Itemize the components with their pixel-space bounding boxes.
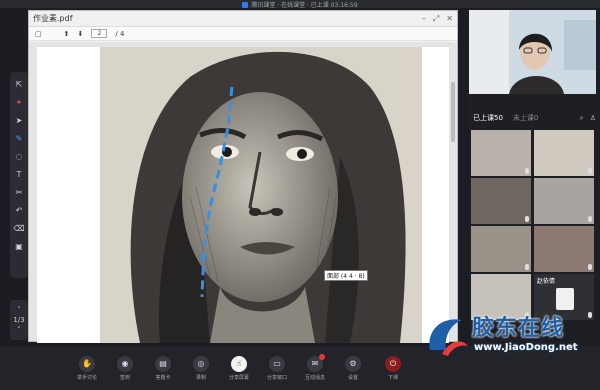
pager-text: 1/3 xyxy=(13,316,25,324)
student-tile[interactable] xyxy=(471,178,531,224)
share-screen-button[interactable]: ☝ 分享屏幕 xyxy=(220,355,258,381)
participant-panel: 已上课50 未上课0 ⌕ ♙ 赵依倩 xyxy=(469,10,600,354)
messages-button[interactable]: ✉ 互动消息 xyxy=(296,353,334,381)
document-canvas: 面部 (4 4 · 8) xyxy=(29,42,457,343)
tab-in-class[interactable]: 已上课50 xyxy=(473,113,503,123)
sidebar-toggle-icon[interactable]: ▢ xyxy=(35,30,42,38)
student-tile[interactable] xyxy=(471,226,531,272)
mic-icon xyxy=(588,168,592,174)
window-icon: ▭ xyxy=(269,355,285,372)
watermark-title: 胶东在线 xyxy=(472,316,565,341)
tab-not-in-class[interactable]: 未上课0 xyxy=(513,113,538,123)
cursor-icon[interactable]: ➤ xyxy=(13,114,25,126)
user-icon[interactable]: ♙ xyxy=(590,114,596,123)
hand-icon: ✋ xyxy=(79,355,95,372)
pager-down-icon[interactable]: ˅ xyxy=(17,326,21,334)
document-filename: 作业素.pdf xyxy=(33,14,73,23)
document-toolbar: ▢ ⬆ ⬇ 2 / 4 xyxy=(29,27,457,41)
mic-icon xyxy=(525,168,529,174)
app-title: 腾讯课堂 · 在线课堂 · 已上课 03:16:59 xyxy=(251,1,358,9)
app-logo-icon xyxy=(242,2,249,8)
page-number-input[interactable]: 2 xyxy=(91,29,108,38)
settings-icon: ⚙ xyxy=(345,355,361,372)
mic-icon xyxy=(588,264,592,270)
share-window-button[interactable]: ▭ 分享窗口 xyxy=(258,355,296,381)
page-pager: ˄ 1/3 ˅ xyxy=(10,300,28,340)
chat-icon: ✉ xyxy=(307,353,325,372)
record-button[interactable]: ◎ 录制 xyxy=(182,355,220,381)
card-icon: ▤ xyxy=(155,355,171,372)
record-icon: ◎ xyxy=(193,355,209,372)
page-down-icon[interactable]: ⬇ xyxy=(78,30,84,38)
app-title-bar: 腾讯课堂 · 在线课堂 · 已上课 03:16:59 xyxy=(0,0,600,9)
avatar xyxy=(556,288,574,310)
location-icon: ◉ xyxy=(117,355,133,372)
notification-badge xyxy=(319,353,325,360)
annotation-toolbar: ⇱ ✦ ➤ ✎ ◌ T ✂ ↶ ⌫ ▣ xyxy=(10,72,28,278)
pager-up-icon[interactable]: ˄ xyxy=(17,306,21,314)
watermark-url: www.JiaoDong.net xyxy=(474,342,578,353)
minimize-icon[interactable]: – xyxy=(422,14,426,24)
page-up-icon[interactable]: ⬆ xyxy=(64,30,70,38)
undo-icon[interactable]: ↶ xyxy=(13,204,25,216)
watermark-emblem-icon xyxy=(429,319,468,356)
toolbox-icon[interactable]: ▣ xyxy=(13,240,25,252)
laser-pointer-icon[interactable]: ✦ xyxy=(13,96,25,108)
close-icon[interactable]: ✕ xyxy=(446,14,453,24)
document-header: 作业素.pdf – ⤢ ✕ xyxy=(29,11,457,27)
mic-icon xyxy=(525,216,529,222)
measurement-annotation: 面部 (4 4 · 8) xyxy=(324,270,368,281)
sign-in-button[interactable]: ◉ 签到 xyxy=(106,355,144,381)
student-name: 赵依倩 xyxy=(537,278,556,285)
watermark-logo: 胶东在线 www.JiaoDong.net xyxy=(422,308,592,364)
share-screen-icon: ☝ xyxy=(231,355,247,372)
student-tile[interactable] xyxy=(471,130,531,176)
text-icon[interactable]: T xyxy=(13,168,25,180)
student-tile[interactable] xyxy=(534,178,594,224)
mic-icon xyxy=(525,264,529,270)
settings-button[interactable]: ⚙ 设置 xyxy=(334,355,372,381)
eraser-icon[interactable]: ⌫ xyxy=(13,222,25,234)
document-window: 作业素.pdf – ⤢ ✕ ▢ ⬆ ⬇ 2 / 4 面部 (4 4 · 8) xyxy=(28,10,458,343)
search-icon[interactable]: ⌕ xyxy=(580,114,584,123)
answer-card-button[interactable]: ▤ 答题卡 xyxy=(144,355,182,381)
student-tile[interactable] xyxy=(534,130,594,176)
teacher-video xyxy=(469,10,596,94)
mic-icon xyxy=(588,216,592,222)
power-icon: ⏻ xyxy=(385,355,401,372)
student-tile[interactable] xyxy=(534,226,594,272)
maximize-icon[interactable]: ⤢ xyxy=(433,14,439,24)
portrait-sketch-image xyxy=(100,47,422,343)
vertical-scrollbar[interactable] xyxy=(451,82,455,142)
scissors-icon[interactable]: ✂ xyxy=(13,186,25,198)
select-icon[interactable]: ⇱ xyxy=(13,78,25,90)
shape-icon[interactable]: ◌ xyxy=(13,150,25,162)
pen-icon[interactable]: ✎ xyxy=(13,132,25,144)
page-total: / 4 xyxy=(115,29,125,38)
raise-hand-button[interactable]: ✋ 举手讨论 xyxy=(68,355,106,381)
participant-tabs: 已上课50 未上课0 ⌕ ♙ xyxy=(473,112,596,124)
end-class-button[interactable]: ⏻ 下课 xyxy=(374,355,412,381)
pdf-page: 面部 (4 4 · 8) xyxy=(37,47,449,343)
